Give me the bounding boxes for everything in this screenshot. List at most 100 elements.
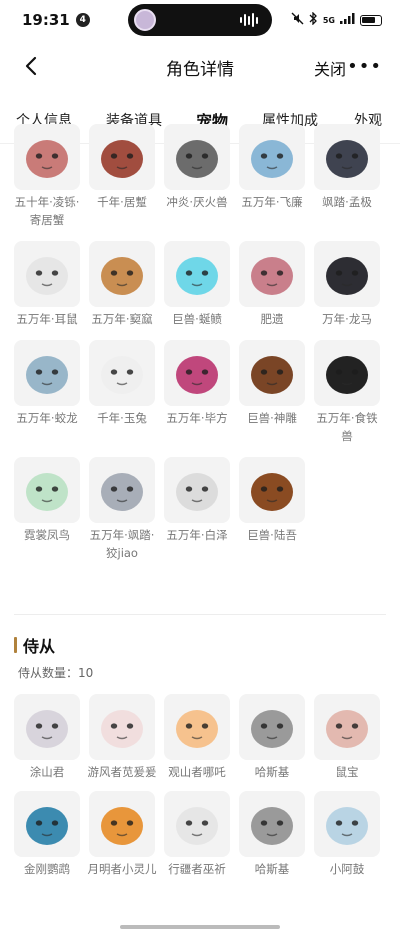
husky-icon xyxy=(239,791,305,857)
phoenix-doll-icon xyxy=(14,457,80,523)
attendant-item[interactable]: 小阿鼓 xyxy=(314,791,380,878)
pet-name: 五十年·凌铄·寄居蟹 xyxy=(14,195,80,227)
attendant-item[interactable]: 鼠宝 xyxy=(314,694,380,781)
pet-name: 五万年·飒踏·狡jiao xyxy=(89,528,155,560)
attendant-name: 行疆者巫祈 xyxy=(168,862,226,876)
pet-item[interactable]: 千年·居蹔 xyxy=(89,124,155,229)
dark-beast-icon xyxy=(314,124,380,190)
orange-hair-girl-icon xyxy=(89,791,155,857)
pet-item[interactable]: 霓裳凤鸟 xyxy=(14,457,80,562)
pet-item[interactable]: 巨兽·陆吾 xyxy=(239,457,305,562)
rabbit-icon xyxy=(89,340,155,406)
black-dragon-icon xyxy=(314,241,380,307)
ice-dragon-icon xyxy=(239,124,305,190)
attendant-item[interactable]: 月明者小灵儿 xyxy=(87,791,157,878)
pet-item[interactable]: 五万年·飞廉 xyxy=(239,124,305,229)
dynamic-island[interactable] xyxy=(128,4,272,36)
back-arrow-icon[interactable] xyxy=(20,54,44,78)
attendant-name: 鼠宝 xyxy=(335,765,359,779)
deer-face-icon xyxy=(89,241,155,307)
section-divider xyxy=(14,614,386,615)
pet-name: 五万年·蛟龙 xyxy=(16,411,78,425)
attendant-name: 月明者小灵儿 xyxy=(87,862,157,876)
pet-name: 霓裳凤鸟 xyxy=(24,528,70,542)
pet-item[interactable]: 飒踏·孟极 xyxy=(314,124,380,229)
pet-item[interactable]: 五万年·白泽 xyxy=(164,457,230,562)
crab-icon xyxy=(14,124,80,190)
attendant-name: 涂山君 xyxy=(29,765,65,779)
status-icons: 5G xyxy=(291,11,382,28)
pet-name: 巨兽·神雕 xyxy=(247,411,297,425)
wolf-icon xyxy=(164,124,230,190)
attendant-item[interactable]: 金刚鹦鹉 xyxy=(14,791,80,878)
attendant-name: 哈斯基 xyxy=(254,765,290,779)
blue-hair-girl-icon xyxy=(314,791,380,857)
attendant-item[interactable]: 行疆者巫祈 xyxy=(164,791,230,878)
tiger-icon xyxy=(239,457,305,523)
attendant-item[interactable]: 游风者苋爰爰 xyxy=(87,694,157,781)
attendant-item[interactable]: 涂山君 xyxy=(14,694,80,781)
firebird-icon xyxy=(164,340,230,406)
pet-name: 五万年·耳鼠 xyxy=(16,312,78,326)
pet-name: 冲炎·厌火兽 xyxy=(166,195,228,209)
pet-name: 飒踏·孟极 xyxy=(322,195,372,209)
pet-name: 肥遗 xyxy=(260,312,284,326)
attendants-section-title: 侍从 xyxy=(14,634,55,656)
cyan-ray-icon xyxy=(164,241,230,307)
attendants-count: 侍从数量：10 xyxy=(18,664,93,681)
attendant-item[interactable]: 哈斯基 xyxy=(239,694,305,781)
page-header: 角色详情 关闭 ••• xyxy=(0,42,400,92)
attendants-count-label: 侍从数量： xyxy=(18,666,79,680)
rat-icon xyxy=(314,694,380,760)
pet-item[interactable]: 五万年·耳鼠 xyxy=(14,241,80,328)
pet-item[interactable]: 五万年·飒踏·狡jiao xyxy=(89,457,155,562)
panda-icon xyxy=(314,340,380,406)
nezha-icon xyxy=(164,694,230,760)
network-type-label: 5G xyxy=(322,15,335,25)
blue-dragon-icon xyxy=(14,340,80,406)
white-mouse-icon xyxy=(14,241,80,307)
pet-item[interactable]: 巨兽·蜒鲼 xyxy=(164,241,230,328)
attendant-name: 游风者苋爰爰 xyxy=(87,765,157,779)
white-lion-icon xyxy=(164,457,230,523)
pet-name: 千年·玉兔 xyxy=(97,411,147,425)
pet-name: 五万年·窫窳 xyxy=(91,312,153,326)
pet-name: 五万年·飞廉 xyxy=(241,195,303,209)
attendant-name: 小阿鼓 xyxy=(329,862,365,876)
attendants-count-value: 10 xyxy=(78,666,94,680)
signal-icon xyxy=(340,13,355,27)
pet-name: 巨兽·陆吾 xyxy=(247,528,297,542)
pet-item[interactable]: 五万年·食铁兽 xyxy=(314,340,380,445)
pet-name: 五万年·白泽 xyxy=(166,528,228,542)
pet-item[interactable]: 五万年·蛟龙 xyxy=(14,340,80,445)
pet-item[interactable]: 五万年·窫窳 xyxy=(89,241,155,328)
parrot-icon xyxy=(14,791,80,857)
pet-item[interactable]: 万年·龙马 xyxy=(314,241,380,328)
pet-name: 五万年·毕方 xyxy=(166,411,228,425)
attendants-title-text: 侍从 xyxy=(23,637,56,656)
white-hound-icon xyxy=(89,457,155,523)
mute-icon xyxy=(291,12,304,28)
page-title: 角色详情 xyxy=(166,59,234,80)
attendant-item[interactable]: 观山者哪吒 xyxy=(164,694,230,781)
pet-name: 万年·龙马 xyxy=(322,312,372,326)
attendant-item[interactable]: 哈斯基 xyxy=(239,791,305,878)
pet-item[interactable]: 五万年·毕方 xyxy=(164,340,230,445)
status-time: 19:31 4 xyxy=(22,11,90,29)
pet-item[interactable]: 五十年·凌铄·寄居蟹 xyxy=(14,124,80,229)
pet-item[interactable]: 肥遗 xyxy=(239,241,305,328)
attendant-name: 观山者哪吒 xyxy=(168,765,226,779)
home-indicator xyxy=(120,925,280,929)
eagle-icon xyxy=(239,340,305,406)
pet-item[interactable]: 千年·玉兔 xyxy=(89,340,155,445)
more-options-icon[interactable]: ••• xyxy=(347,56,382,77)
audio-wave-icon xyxy=(240,13,258,27)
battery-icon xyxy=(360,14,382,26)
close-button[interactable]: 关闭 xyxy=(314,56,346,80)
navigation-badge-icon: 4 xyxy=(75,13,90,27)
pet-name: 五万年·食铁兽 xyxy=(316,411,378,443)
pet-item[interactable]: 冲炎·厌火兽 xyxy=(164,124,230,229)
pet-item[interactable]: 巨兽·神雕 xyxy=(239,340,305,445)
husky-icon xyxy=(239,694,305,760)
white-fur-doll-icon xyxy=(164,791,230,857)
